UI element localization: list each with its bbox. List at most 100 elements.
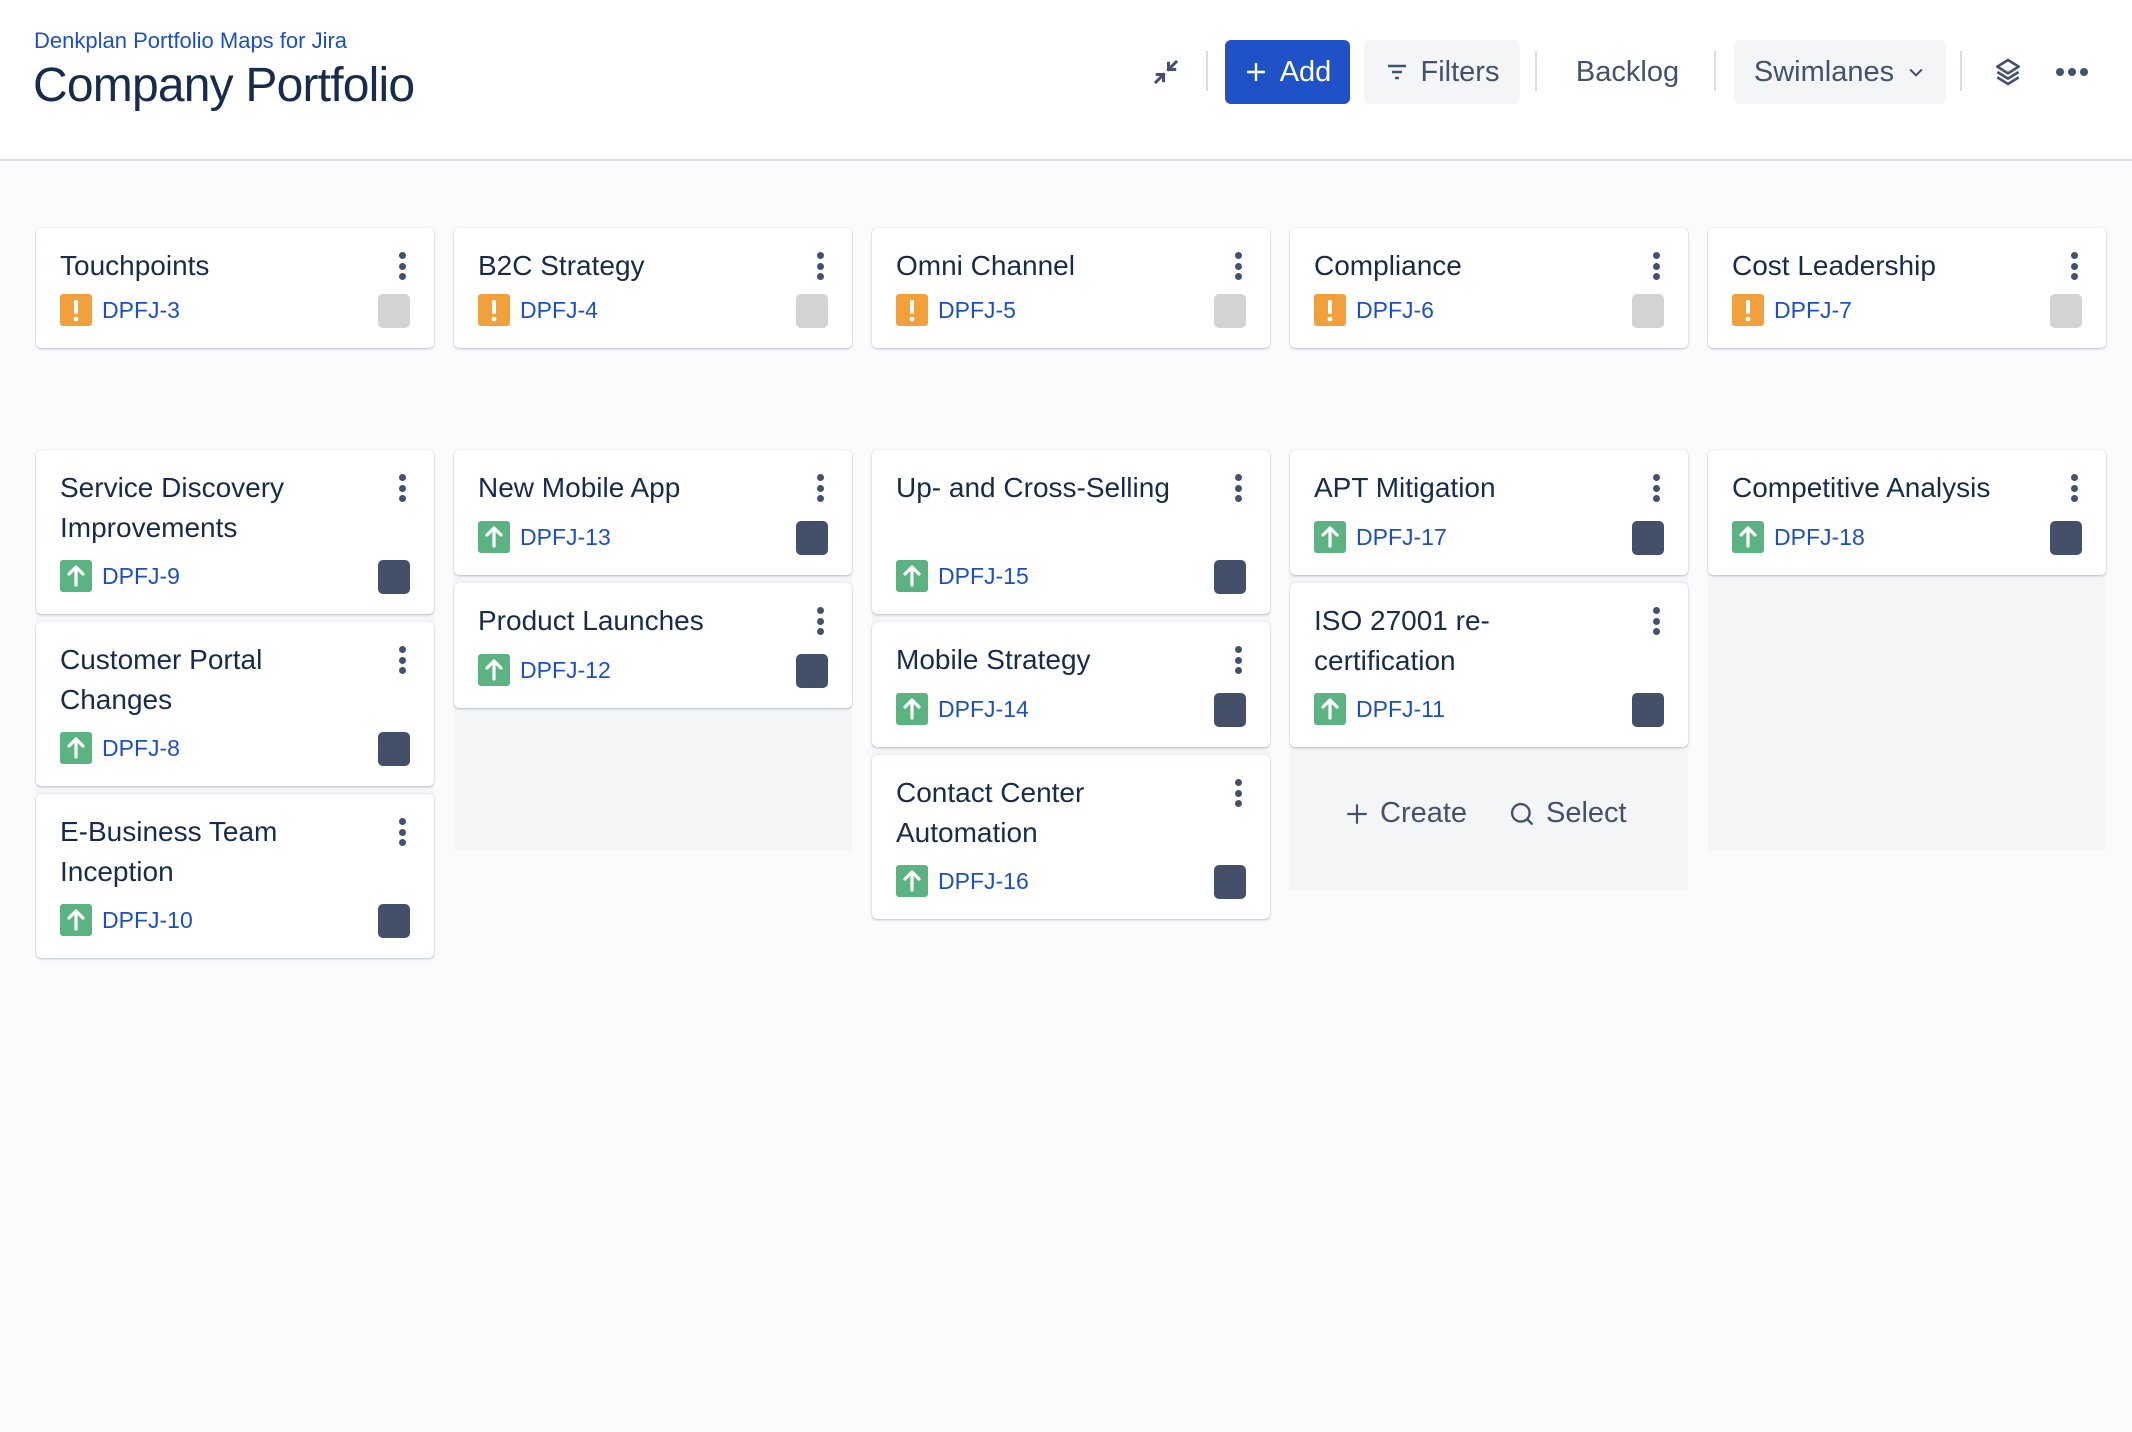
epic-card[interactable]: Customer Portal Changes DPFJ-8: [36, 622, 434, 786]
issue-key-link[interactable]: DPFJ-17: [1356, 524, 1447, 551]
card-meta: DPFJ-10: [60, 904, 193, 936]
card-menu-button[interactable]: [812, 472, 828, 504]
card-menu-button[interactable]: [1648, 250, 1664, 282]
card-menu-button[interactable]: [394, 250, 410, 282]
epic-card[interactable]: E-Business Team Inception DPFJ-10: [36, 794, 434, 958]
card-menu-button[interactable]: [2066, 472, 2082, 504]
card-menu-button[interactable]: [812, 250, 828, 282]
card-menu-button[interactable]: [2066, 250, 2082, 282]
epic-card[interactable]: Product Launches DPFJ-12: [454, 583, 852, 708]
backlog-button-label: Backlog: [1575, 55, 1680, 88]
more-vertical-icon: [816, 252, 824, 280]
issue-key-link[interactable]: DPFJ-15: [938, 563, 1029, 590]
priority-high-icon: [478, 294, 510, 326]
epic-card[interactable]: Touchpoints DPFJ-3: [36, 228, 434, 348]
search-icon: [1510, 802, 1534, 825]
layers-button[interactable]: [1986, 52, 2030, 92]
card-title: Customer Portal Changes: [60, 644, 263, 715]
epic-card[interactable]: ISO 27001 re-certification DPFJ-11: [1290, 583, 1688, 747]
card-meta: DPFJ-6: [1314, 294, 1434, 326]
epic-card[interactable]: Up- and Cross-Selling DPFJ-15: [872, 450, 1270, 614]
priority-up-arrow-icon: [60, 904, 92, 936]
issue-key-link[interactable]: DPFJ-9: [102, 563, 180, 590]
more-actions-button[interactable]: [2050, 52, 2094, 92]
more-vertical-icon: [398, 474, 406, 502]
add-button[interactable]: Add: [1225, 40, 1350, 104]
card-meta: DPFJ-17: [1314, 521, 1447, 553]
issue-key-link[interactable]: DPFJ-6: [1356, 297, 1434, 324]
priority-up-arrow-icon: [1314, 521, 1346, 553]
create-button[interactable]: Create: [1344, 797, 1467, 830]
status-indicator: [1214, 693, 1246, 727]
card-menu-button[interactable]: [1230, 472, 1246, 504]
epic-card[interactable]: New Mobile App DPFJ-13: [454, 450, 852, 575]
add-button-label: Add: [1279, 55, 1332, 88]
epic-card[interactable]: Service Discovery Improvements DPFJ-9: [36, 450, 434, 614]
issue-key-link[interactable]: DPFJ-13: [520, 524, 611, 551]
card-menu-button[interactable]: [1648, 605, 1664, 637]
epic-card[interactable]: Mobile Strategy DPFJ-14: [872, 622, 1270, 747]
card-menu-button[interactable]: [1230, 250, 1246, 282]
priority-high-icon: [60, 294, 92, 326]
card-meta: DPFJ-3: [60, 294, 180, 326]
swimlanes-dropdown[interactable]: Swimlanes: [1734, 40, 1946, 104]
priority-high-icon: [896, 294, 928, 326]
epic-card[interactable]: Competitive Analysis DPFJ-18: [1708, 450, 2106, 575]
issue-key-link[interactable]: DPFJ-11: [1356, 696, 1445, 723]
card-meta: DPFJ-13: [478, 521, 611, 553]
toolbar-divider: [1206, 51, 1208, 91]
epic-card[interactable]: Compliance DPFJ-6: [1290, 228, 1688, 348]
card-meta: DPFJ-18: [1732, 521, 1865, 553]
issue-key-link[interactable]: DPFJ-4: [520, 297, 598, 324]
issue-key-link[interactable]: DPFJ-3: [102, 297, 180, 324]
more-vertical-icon: [1652, 607, 1660, 635]
card-menu-button[interactable]: [1230, 777, 1246, 809]
card-menu-button[interactable]: [394, 472, 410, 504]
more-vertical-icon: [816, 474, 824, 502]
epic-card[interactable]: Cost Leadership DPFJ-7: [1708, 228, 2106, 348]
card-menu-button[interactable]: [812, 605, 828, 637]
more-vertical-icon: [2070, 252, 2078, 280]
epic-card[interactable]: B2C Strategy DPFJ-4: [454, 228, 852, 348]
select-button[interactable]: Select: [1508, 797, 1627, 830]
issue-key-link[interactable]: DPFJ-14: [938, 696, 1029, 723]
issue-key-link[interactable]: DPFJ-16: [938, 868, 1029, 895]
status-indicator: [2050, 294, 2082, 328]
card-meta: DPFJ-14: [896, 693, 1029, 725]
more-vertical-icon: [398, 252, 406, 280]
issue-key-link[interactable]: DPFJ-8: [102, 735, 180, 762]
filter-icon: [1387, 64, 1406, 80]
card-menu-button[interactable]: [394, 644, 410, 676]
card-title: Competitive Analysis: [1732, 472, 1991, 503]
card-meta: DPFJ-5: [896, 294, 1016, 326]
issue-key-link[interactable]: DPFJ-12: [520, 657, 611, 684]
status-indicator: [1632, 521, 1664, 555]
create-button-label: Create: [1380, 797, 1468, 829]
issue-key-link[interactable]: DPFJ-18: [1774, 524, 1865, 551]
epic-card[interactable]: Contact Center Automation DPFJ-16: [872, 755, 1270, 919]
card-menu-button[interactable]: [1648, 472, 1664, 504]
status-indicator: [2050, 521, 2082, 555]
issue-key-link[interactable]: DPFJ-5: [938, 297, 1016, 324]
more-vertical-icon: [2070, 474, 2078, 502]
epic-card[interactable]: Omni Channel DPFJ-5: [872, 228, 1270, 348]
card-title: Omni Channel: [896, 250, 1075, 281]
epic-card[interactable]: APT Mitigation DPFJ-17: [1290, 450, 1688, 575]
toolbar-divider: [1535, 51, 1537, 91]
status-indicator: [1214, 294, 1246, 328]
card-title: Mobile Strategy: [896, 644, 1091, 675]
collapse-button[interactable]: [1146, 52, 1186, 92]
priority-up-arrow-icon: [896, 693, 928, 725]
issue-key-link[interactable]: DPFJ-7: [1774, 297, 1852, 324]
card-menu-button[interactable]: [394, 816, 410, 848]
app-name-link[interactable]: Denkplan Portfolio Maps for Jira: [34, 28, 347, 54]
card-title: APT Mitigation: [1314, 472, 1496, 503]
filters-button[interactable]: Filters: [1364, 40, 1520, 104]
card-menu-button[interactable]: [1230, 644, 1246, 676]
priority-up-arrow-icon: [1314, 693, 1346, 725]
issue-key-link[interactable]: DPFJ-10: [102, 907, 193, 934]
status-indicator: [378, 560, 410, 594]
card-meta: DPFJ-9: [60, 560, 180, 592]
priority-up-arrow-icon: [60, 732, 92, 764]
backlog-button[interactable]: Backlog: [1555, 40, 1700, 104]
